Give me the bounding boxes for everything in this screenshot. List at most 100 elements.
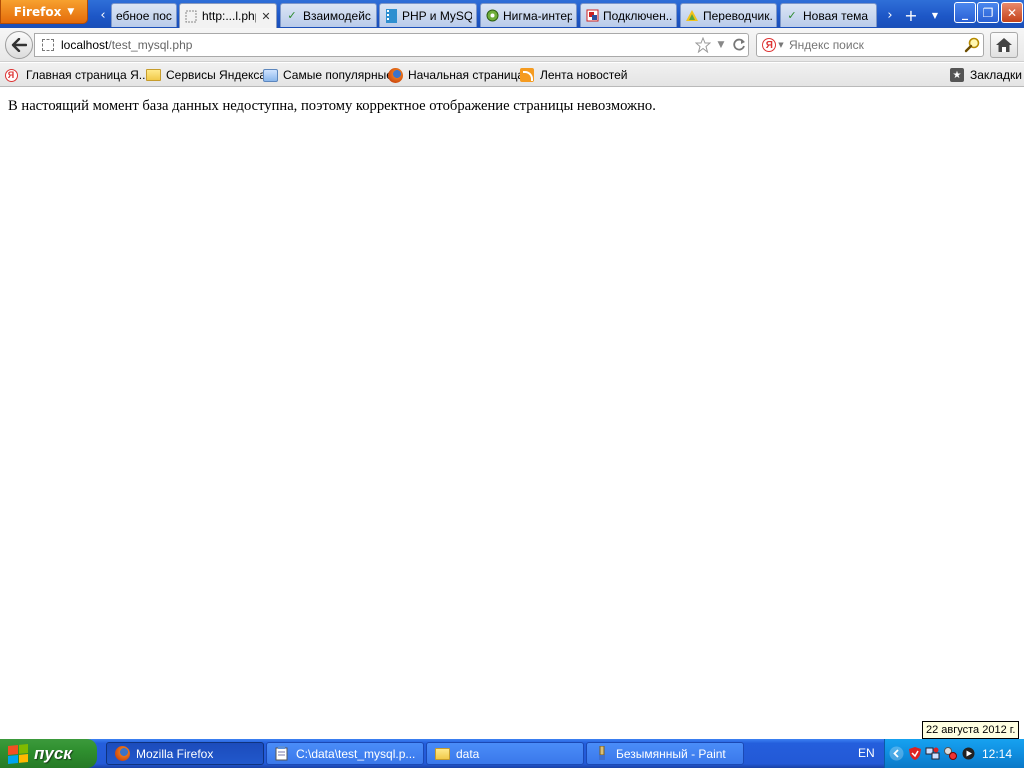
- yandex-icon: Я: [762, 38, 777, 52]
- chevron-right-icon: ›: [887, 7, 893, 23]
- arrow-left-icon: [11, 38, 27, 52]
- bookmark-folder-yandex-services[interactable]: Сервисы Яндекса: [145, 66, 266, 84]
- tab-4[interactable]: Нигма-интер...: [480, 3, 577, 27]
- chevron-left-icon: ‹: [100, 7, 106, 23]
- popular-icon: [262, 67, 278, 83]
- tab-title: http:...l.php: [202, 9, 256, 23]
- taskbar-item-notepad[interactable]: C:\data\test_mysql.p...: [266, 742, 424, 765]
- navigation-toolbar: localhost/test_mysql.php ▼ Я ▼: [0, 28, 1024, 62]
- search-go-button[interactable]: [961, 37, 983, 53]
- bookmarks-menu-label: Закладки: [970, 68, 1022, 82]
- firefox-icon: [387, 67, 403, 83]
- search-icon: [964, 37, 980, 53]
- taskbar-item-label: Безымянный - Paint: [616, 746, 726, 761]
- bookmark-label: Сервисы Яндекса: [166, 68, 267, 82]
- chevron-down-icon: ▼: [67, 6, 75, 17]
- back-button[interactable]: [5, 31, 33, 59]
- tab-scroll-right-button[interactable]: ›: [882, 4, 898, 26]
- tab-scroll-left-button[interactable]: ‹: [95, 4, 111, 26]
- search-bar[interactable]: Я ▼: [756, 33, 984, 57]
- minimize-window-button[interactable]: _: [954, 2, 976, 23]
- network-icon[interactable]: [925, 746, 940, 761]
- site-identity-button[interactable]: [35, 34, 61, 56]
- taskbar-item-folder[interactable]: data: [426, 742, 584, 765]
- firefox-menu-button[interactable]: Firefox ▼: [0, 0, 88, 24]
- star-icon: [695, 37, 711, 53]
- close-window-button[interactable]: ✕: [1001, 2, 1023, 23]
- folder-icon: [145, 67, 161, 83]
- tab-3[interactable]: PHP и MySQL...: [379, 3, 477, 27]
- history-dropdown-button[interactable]: ▼: [712, 34, 730, 56]
- url-path: /test_mysql.php: [108, 38, 193, 52]
- tab-strip: Firefox ▼ ‹ ебное пос... http:...l.php ✕…: [0, 0, 1024, 28]
- tab-5[interactable]: Подключен...: [580, 3, 677, 27]
- tab-title: PHP и MySQL...: [402, 8, 472, 23]
- blank-page-icon: [42, 39, 54, 51]
- home-icon: [996, 38, 1012, 52]
- taskbar-item-paint[interactable]: Безымянный - Paint: [586, 742, 744, 765]
- tab-title: Новая тема: [803, 8, 869, 23]
- search-engine-button[interactable]: Я ▼: [757, 34, 789, 56]
- bookmark-label: Лента новостей: [540, 68, 628, 82]
- bookmark-start-page[interactable]: Начальная страница: [387, 66, 524, 84]
- film-icon: [384, 8, 398, 23]
- restore-window-button[interactable]: ❐: [977, 2, 999, 23]
- close-tab-icon[interactable]: ✕: [260, 10, 272, 23]
- bookmark-label: Главная страница Я...: [26, 68, 149, 82]
- tab-1-active[interactable]: http:...l.php ✕: [179, 3, 277, 28]
- chevron-down-icon: ▼: [931, 10, 939, 20]
- reload-button[interactable]: [730, 34, 748, 56]
- tab-2[interactable]: ✓ Взаимодейс...: [280, 3, 377, 27]
- folder-icon: [434, 746, 450, 762]
- tab-title: ебное пос...: [116, 8, 172, 23]
- bookmark-star-button[interactable]: [694, 34, 712, 56]
- media-tray-icon[interactable]: [961, 746, 976, 761]
- reload-icon: [733, 38, 745, 51]
- blank-page-icon: [184, 9, 198, 23]
- yandex-icon: Я: [3, 67, 19, 83]
- tab-7[interactable]: ✓ Новая тема: [780, 3, 877, 27]
- firefox-menu-label: Firefox: [13, 4, 62, 19]
- chevron-down-icon: ▼: [717, 40, 725, 50]
- check-icon: ✓: [787, 10, 797, 22]
- tab-0[interactable]: ебное пос...: [111, 3, 177, 27]
- antivirus-shield-icon[interactable]: [907, 746, 922, 761]
- taskbar-item-firefox[interactable]: Mozilla Firefox: [106, 742, 264, 765]
- restore-icon: ❐: [982, 5, 994, 20]
- taskbar-item-label: C:\data\test_mysql.p...: [296, 746, 416, 761]
- firefox-icon: [114, 746, 130, 762]
- tab-title: Подключен...: [603, 8, 672, 23]
- bookmarks-star-icon: ★: [949, 67, 965, 83]
- start-label: пуск: [34, 743, 72, 763]
- bookmarks-toolbar: Я Главная страница Я... Сервисы Яндекса …: [0, 63, 1024, 87]
- check-icon: ✓: [287, 10, 297, 22]
- new-tab-button[interactable]: +: [903, 4, 919, 26]
- bookmark-yandex-home[interactable]: Я Главная страница Я...: [3, 66, 149, 84]
- list-all-tabs-button[interactable]: ▼: [927, 4, 943, 26]
- taskbar-item-label: data: [456, 746, 480, 761]
- red-square-icon: [585, 9, 599, 23]
- show-hidden-icons-button[interactable]: [889, 746, 904, 761]
- system-tray: 12:14: [884, 739, 1024, 768]
- language-indicator[interactable]: EN: [858, 746, 875, 760]
- tab-title: Нигма-интер...: [503, 8, 572, 23]
- home-button[interactable]: [990, 32, 1018, 58]
- bookmark-label: Самые популярные: [283, 68, 393, 82]
- tab-6[interactable]: Переводчик...: [680, 3, 777, 27]
- bookmarks-menu-button[interactable]: ★ Закладки: [949, 66, 1022, 84]
- windows-logo-icon: [8, 743, 28, 764]
- bookmark-news-feed[interactable]: Лента новостей: [519, 66, 628, 84]
- clock[interactable]: 12:14: [982, 747, 1012, 761]
- database-unavailable-message: В настоящий момент база данных недоступн…: [8, 98, 656, 114]
- url-text[interactable]: localhost/test_mysql.php: [61, 38, 694, 52]
- tab-title: Переводчик...: [703, 8, 772, 23]
- bookmark-label: Начальная страница: [408, 68, 525, 82]
- notepad-icon: [274, 746, 290, 762]
- start-button[interactable]: пуск: [0, 739, 97, 768]
- search-input[interactable]: [789, 38, 961, 52]
- settings-tray-icon[interactable]: [943, 746, 958, 761]
- bookmark-most-popular[interactable]: Самые популярные: [262, 66, 393, 84]
- paint-icon: [594, 746, 610, 762]
- url-bar[interactable]: localhost/test_mysql.php ▼: [34, 33, 749, 57]
- close-icon: ✕: [1006, 5, 1018, 20]
